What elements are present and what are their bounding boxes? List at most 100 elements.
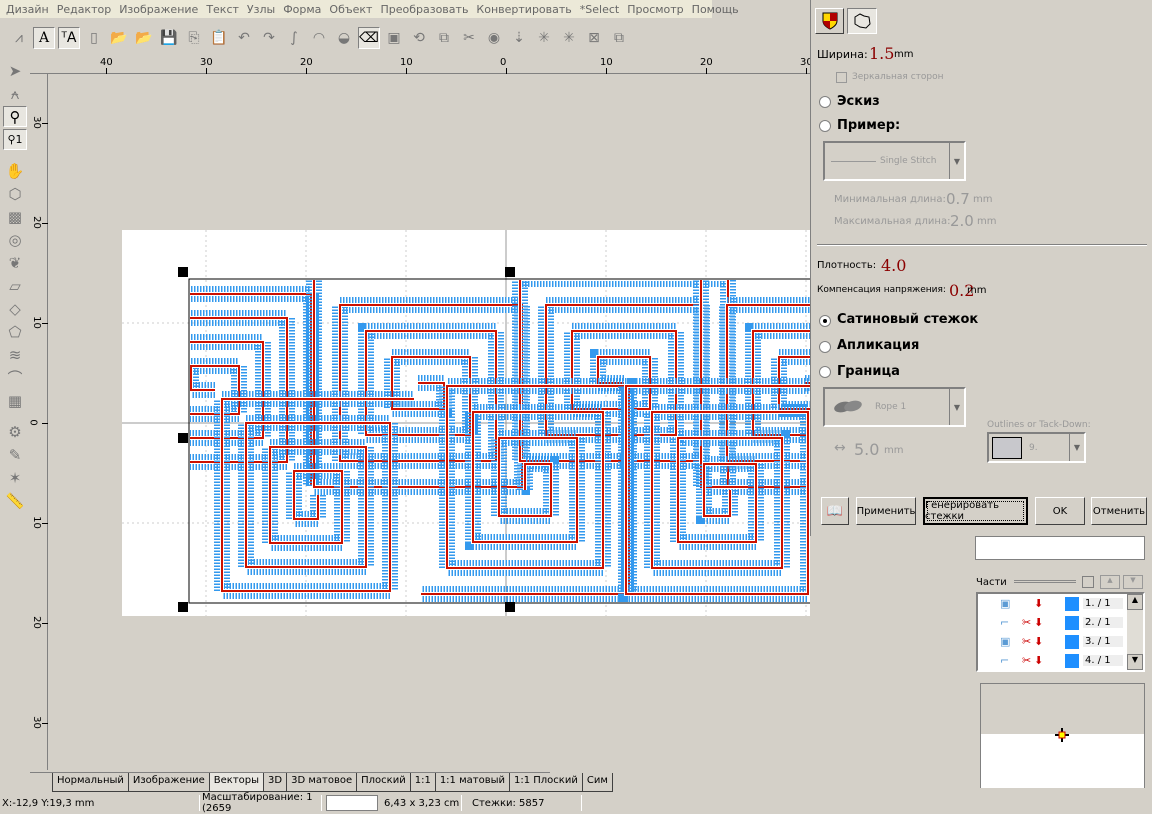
open-icon[interactable]: 📂 [108,27,130,49]
zoom-1-icon[interactable]: ⚲1 [3,129,27,150]
menu-item[interactable]: Форма [279,3,325,16]
part-row[interactable]: ▣ ⬇ 1. / 1 [978,594,1143,613]
open-folder-icon[interactable]: 📂 [133,27,155,49]
part-row[interactable]: ⌐ ✂ ⬇ 2. / 1 [978,613,1143,632]
view-tab[interactable]: 3D матовое [286,773,358,792]
menu-item[interactable]: Текст [202,3,243,16]
view-tab[interactable]: 1:1 матовый [434,773,510,792]
gauge-icon[interactable]: ◠ [308,27,330,49]
cancel-button[interactable]: Отменить [1091,497,1147,525]
apply-button[interactable]: Применить [856,497,916,525]
menu-item[interactable]: Просмотр [623,3,687,16]
copy-icon[interactable]: ⎘ [183,27,205,49]
tree2-icon[interactable]: ✳ [558,27,580,49]
view-tab[interactable]: Сим [581,773,613,792]
resize-handle[interactable] [178,602,188,612]
design-canvas[interactable] [49,75,810,770]
resize-handle[interactable] [178,433,188,443]
view-tab[interactable]: 3D [263,773,288,792]
mirror-checkbox[interactable] [836,72,847,83]
paste-icon[interactable]: 📋 [208,27,230,49]
walk-icon[interactable]: ⇣ [508,27,530,49]
eye-cut-icon[interactable]: ✂ [458,27,480,49]
shape2-icon[interactable]: ◇ [3,298,27,319]
view-tab[interactable]: Векторы [208,773,265,792]
tree-icon[interactable]: ✳ [533,27,555,49]
menu-item[interactable]: *Select [576,3,623,16]
scroll-up-icon[interactable]: ▲ [1127,594,1143,610]
eraser-icon[interactable]: ⌫ [358,27,380,49]
arrow-icon[interactable]: ➤ [3,60,27,81]
grid-icon[interactable]: ▦ [3,390,27,411]
rope-combo[interactable]: Rope 1 ▼ [823,387,966,427]
satin-mode-button[interactable] [815,8,844,34]
new-file-icon[interactable]: ▯ [83,27,105,49]
applique-radio[interactable] [819,341,831,353]
resize-handle[interactable] [505,602,515,612]
menu-item[interactable]: Редактор [53,3,116,16]
view-tab[interactable]: Плоский [356,773,411,792]
menu-item[interactable]: Дизайн [2,3,53,16]
fill-stitch-icon[interactable]: ▩ [3,206,27,227]
frame-icon[interactable]: ⧉ [433,27,455,49]
fill-icon[interactable]: ◒ [333,27,355,49]
zoom-icon[interactable]: ⚲ [3,106,27,127]
bezier-icon[interactable]: ∫ [283,27,305,49]
sketch-radio[interactable] [819,96,831,108]
leaf-icon[interactable]: ❦ [3,252,27,273]
stitch-type-combo[interactable]: Single Stitch ▼ [823,141,966,181]
satin-radio[interactable] [819,315,831,327]
example-radio[interactable] [819,120,831,132]
stitch-icon[interactable]: ⩘ [8,27,30,49]
part-row[interactable]: ▣ ✂ ⬇ 3. / 1 [978,632,1143,651]
text-edit-icon[interactable]: ᵀA [58,27,80,49]
width-value[interactable]: 1.5 [869,44,894,63]
ok-button[interactable]: OK [1035,497,1085,525]
view-tab[interactable]: Изображение [127,773,210,792]
pen-icon[interactable]: ✎ [3,444,27,465]
rotate-icon[interactable]: ⟲ [408,27,430,49]
border-radio[interactable] [819,366,831,378]
shape-icon[interactable]: ⬡ [3,183,27,204]
view-tab[interactable]: Нормальный [52,773,129,792]
undo-icon[interactable]: ↶ [233,27,255,49]
max-length-value[interactable]: 2.0 [950,212,974,230]
scroll-down-icon[interactable]: ▼ [1127,654,1143,670]
stitch-grid-icon[interactable]: ⊠ [583,27,605,49]
zigzag-icon[interactable]: ≋ [3,344,27,365]
layers-icon[interactable]: ⧉ [608,27,630,49]
part-row[interactable]: ⌐ ✂ ⬇ 4. / 1 [978,651,1143,670]
density-value[interactable]: 4.0 [881,256,906,275]
generate-stitches-button[interactable]: Генерировать стежки [923,497,1028,525]
rect-icon[interactable]: ▱ [3,275,27,296]
help-book-button[interactable]: 📖 [821,497,849,525]
menu-item[interactable]: Преобразовать [376,3,472,16]
outline-mode-button[interactable] [847,8,877,34]
node-icon[interactable]: ⍲ [3,83,27,104]
outlines-combo[interactable]: 9. ▼ [987,432,1086,463]
polygon-icon[interactable]: ⬠ [3,321,27,342]
curve-icon[interactable]: ⌒ [3,367,27,388]
hand-icon[interactable]: ✋ [3,160,27,181]
menu-item[interactable]: Помощь [688,3,743,16]
parts-scrollbar[interactable]: ▲ ▼ [1127,594,1143,670]
gear-icon[interactable]: ⚙ [3,421,27,442]
menu-item[interactable]: Узлы [243,3,279,16]
spacing-value[interactable]: 5.0 [854,440,879,459]
window-icon[interactable]: ▣ [383,27,405,49]
resize-handle[interactable] [505,267,515,277]
magic-icon[interactable]: ✶ [3,467,27,488]
text-a-icon[interactable]: A [33,27,55,49]
redo-icon[interactable]: ↷ [258,27,280,49]
save-icon[interactable]: 💾 [158,27,180,49]
view-tab[interactable]: 1:1 Плоский [509,773,583,792]
circle-icon[interactable]: ◎ [3,229,27,250]
min-length-value[interactable]: 0.7 [946,190,970,208]
move-up-button[interactable]: ▲ [1100,575,1120,589]
menu-item[interactable]: Изображение [115,3,202,16]
menu-item[interactable]: Объект [325,3,376,16]
parts-checkbox[interactable] [1082,576,1094,588]
eye-icon[interactable]: ◉ [483,27,505,49]
move-down-button[interactable]: ▼ [1123,575,1143,589]
view-tab[interactable]: 1:1 [409,773,436,792]
